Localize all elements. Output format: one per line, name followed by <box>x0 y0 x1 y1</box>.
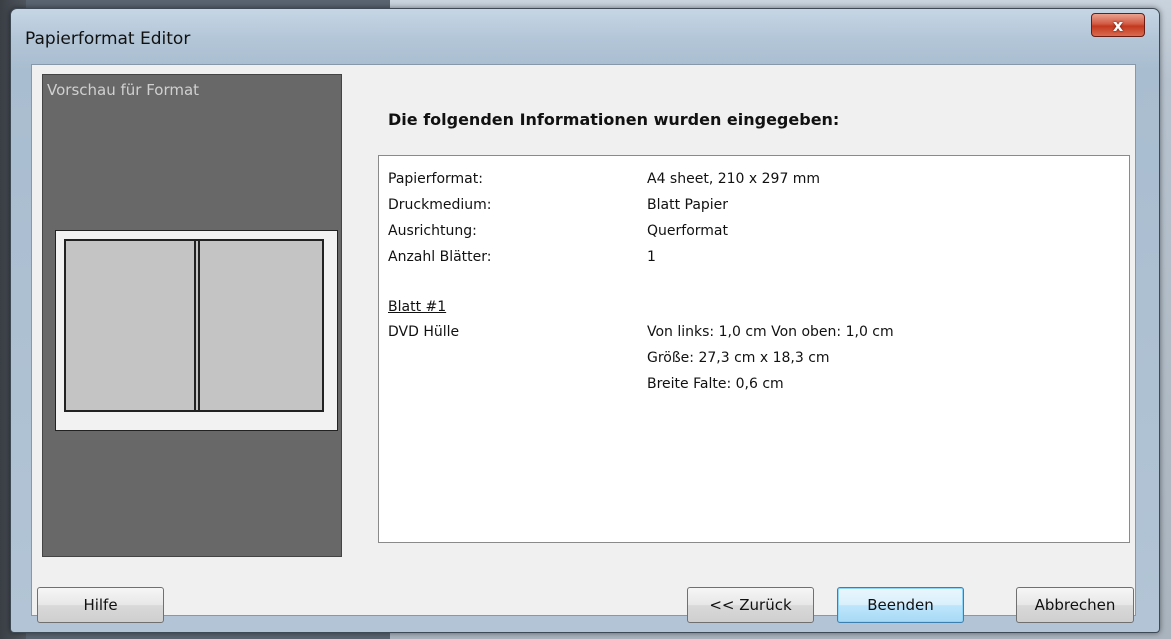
close-button[interactable]: x <box>1091 13 1145 37</box>
sheet-size: Größe: 27,3 cm x 18,3 cm <box>647 350 830 366</box>
cancel-button[interactable]: Abbrechen <box>1016 587 1134 623</box>
label-paper-format: Papierformat: <box>388 171 483 187</box>
preview-panel: Vorschau für Format <box>42 74 342 557</box>
sheet-fold-width: Breite Falte: 0,6 cm <box>647 376 784 392</box>
sheet-position: Von links: 1,0 cm Von oben: 1,0 cm <box>647 324 894 340</box>
summary-box: Papierformat: Druckmedium: Ausrichtung: … <box>378 155 1130 543</box>
window-title: Papierformat Editor <box>25 29 191 49</box>
back-button[interactable]: << Zurück <box>687 587 814 623</box>
finish-button[interactable]: Beenden <box>837 587 964 623</box>
title-bar[interactable]: Papierformat Editor x <box>11 9 1159 59</box>
button-bar: Hilfe << Zurück Beenden Abbrechen <box>31 575 1136 633</box>
value-print-medium: Blatt Papier <box>647 197 729 213</box>
label-print-medium: Druckmedium: <box>388 197 492 213</box>
sheet-preview <box>55 230 338 431</box>
value-paper-format: A4 sheet, 210 x 297 mm <box>647 171 821 187</box>
sheet-item: DVD Hülle <box>388 324 460 340</box>
label-sheet-count: Anzahl Blätter: <box>388 249 492 265</box>
close-icon: x <box>1112 15 1124 35</box>
sheet-title: Blatt #1 <box>388 299 447 315</box>
fold-line <box>194 241 200 410</box>
summary-heading: Die folgenden Informationen wurden einge… <box>388 110 840 129</box>
value-orientation: Querformat <box>647 223 728 239</box>
dialog-content: Vorschau für Format Die folgenden Inform… <box>31 64 1136 616</box>
paper-format-editor-dialog: Papierformat Editor x Vorschau für Forma… <box>10 8 1160 633</box>
preview-label: Vorschau für Format <box>47 81 200 99</box>
label-orientation: Ausrichtung: <box>388 223 477 239</box>
dvd-case-layout <box>64 239 324 412</box>
value-sheet-count: 1 <box>647 249 656 265</box>
help-button[interactable]: Hilfe <box>37 587 164 623</box>
